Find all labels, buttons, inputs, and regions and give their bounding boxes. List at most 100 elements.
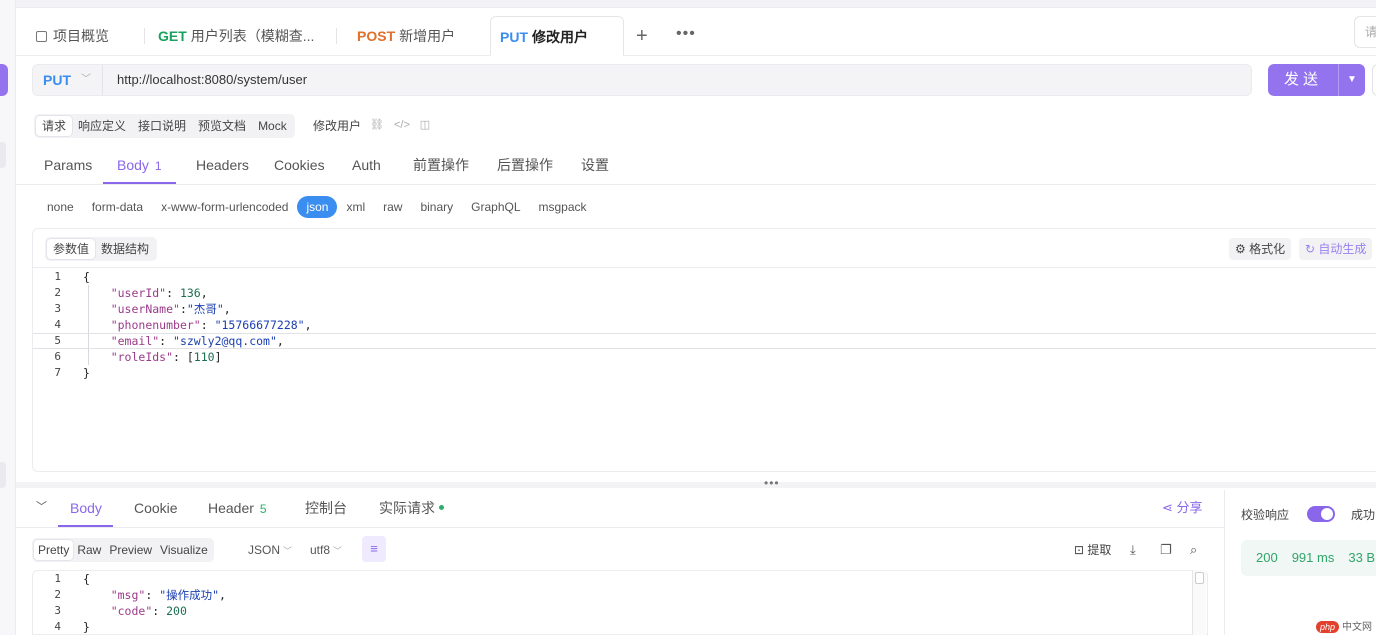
save-button-stub[interactable]: [1372, 64, 1376, 96]
tab-label: 修改用户: [532, 29, 588, 45]
code-line: 2 "userId": 136,: [33, 285, 1376, 301]
line-number: 1: [54, 270, 61, 283]
editor-mode-tabs: 参数值 数据结构: [45, 237, 158, 261]
tab-post-operation[interactable]: 后置操作: [483, 148, 567, 184]
search-icon[interactable]: ⌕: [1190, 538, 1197, 562]
extract-button[interactable]: ⊡ 提取: [1074, 538, 1111, 562]
line-number: 3: [54, 604, 61, 617]
response-body-viewer[interactable]: 1 {2 "msg": "操作成功", 3 "code": 200 4}: [32, 570, 1208, 635]
tab-param-values[interactable]: 参数值: [47, 239, 96, 259]
tab-get-user-list[interactable]: GET 用户列表（模糊查...: [138, 16, 326, 56]
search-input[interactable]: 请: [1354, 16, 1376, 48]
wrap-lines-icon[interactable]: ≡: [362, 536, 386, 562]
line-text: "code": 200: [110, 604, 187, 618]
verify-response-toggle[interactable]: [1307, 506, 1335, 522]
response-size: 33 B: [1348, 550, 1376, 565]
body-type-msgpack[interactable]: msgpack: [530, 196, 596, 218]
overview-icon: [36, 31, 47, 42]
body-type-json[interactable]: json: [297, 196, 338, 218]
watermark-badge: php: [1316, 621, 1340, 633]
body-type-none[interactable]: none: [38, 196, 83, 218]
view-visualize[interactable]: Visualize: [156, 540, 212, 560]
body-type-form-data[interactable]: form-data: [83, 196, 152, 218]
tab-auth[interactable]: Auth: [338, 148, 395, 184]
body-type-raw[interactable]: raw: [374, 196, 411, 218]
auto-generate-button[interactable]: ↻ 自动生成: [1299, 238, 1373, 260]
code-icon[interactable]: </>: [394, 118, 410, 132]
line-number: 4: [54, 318, 61, 331]
link-icon[interactable]: ⛓: [370, 118, 384, 132]
body-type-xml[interactable]: xml: [337, 196, 374, 218]
body-type-graphql[interactable]: GraphQL: [462, 196, 529, 218]
response-view-modes: Pretty Raw Preview Visualize: [32, 538, 214, 562]
view-raw[interactable]: Raw: [73, 540, 105, 560]
add-tab-button[interactable]: +: [636, 16, 648, 56]
tab-label: 新增用户: [399, 28, 456, 44]
request-body-editor[interactable]: 参数值 数据结构 ⚙ 格式化 ↻ 自动生成 1{2 "userId": 136, 3…: [32, 228, 1376, 472]
copy-icon[interactable]: ❐: [1160, 538, 1172, 562]
share-button[interactable]: ⋖ 分享: [1162, 490, 1203, 526]
subtab-mock[interactable]: Mock: [252, 116, 293, 136]
tab-data-structure[interactable]: 数据结构: [95, 239, 155, 259]
url-bar: PUT ﹀: [32, 64, 1252, 96]
chevron-down-icon: ﹀: [283, 546, 293, 556]
tab-project-overview[interactable]: 项目概览: [16, 16, 121, 56]
method-value: PUT: [43, 72, 71, 88]
body-type-binary[interactable]: binary: [411, 196, 462, 218]
response-stats: 200 991 ms 33 B: [1241, 540, 1376, 576]
code-line: 7}: [33, 365, 1376, 381]
subtab-preview-docs[interactable]: 预览文档: [192, 116, 252, 136]
subtab-api-docs[interactable]: 接口说明: [132, 116, 192, 136]
body-type-urlencoded[interactable]: x-www-form-urlencoded: [152, 196, 297, 218]
response-tab-cookie[interactable]: Cookie: [122, 490, 190, 527]
subtab-response-definition[interactable]: 响应定义: [72, 116, 132, 136]
watermark: php 中文网: [1316, 618, 1372, 633]
drag-handle-icon[interactable]: •••: [764, 476, 780, 490]
tab-put-update-user[interactable]: PUT 修改用户: [490, 16, 624, 56]
send-options-chevron-icon[interactable]: ▼: [1338, 64, 1365, 96]
code-line: 4}: [33, 619, 1376, 635]
response-tab-body[interactable]: Body: [58, 490, 113, 527]
tab-cookies[interactable]: Cookies: [260, 148, 339, 184]
view-pretty[interactable]: Pretty: [34, 540, 74, 560]
response-tab-actual-request[interactable]: 实际请求: [367, 490, 456, 527]
send-button-group: 发送 ▼: [1268, 64, 1365, 96]
status-code: 200: [1256, 550, 1278, 565]
response-summary-panel: 校验响应 成功 (20 200 991 ms 33 B: [1224, 490, 1376, 635]
format-button[interactable]: ⚙ 格式化: [1229, 238, 1292, 260]
line-text: "userName":"杰哥",: [110, 302, 231, 316]
more-tabs-button[interactable]: •••: [676, 14, 696, 54]
line-number: 3: [54, 302, 61, 315]
request-code-lines: 1{2 "userId": 136, 3 "userName":"杰哥", 4 "p…: [33, 269, 1376, 381]
sidebar-marker: [0, 462, 6, 488]
line-number: 6: [54, 350, 61, 363]
url-input[interactable]: [117, 65, 1217, 95]
response-time: 991 ms: [1291, 550, 1335, 565]
panel-toggle-icon[interactable]: ◫: [418, 118, 432, 132]
subtab-request[interactable]: 请求: [36, 116, 73, 136]
param-tabs: Params Body 1 Headers Cookies Auth 前置操作 后…: [16, 148, 1376, 185]
tab-headers[interactable]: Headers: [182, 148, 263, 184]
send-button[interactable]: 发送: [1268, 64, 1338, 96]
view-preview[interactable]: Preview: [105, 540, 156, 560]
scrollbar[interactable]: [1192, 570, 1206, 635]
panel-splitter[interactable]: •••: [16, 476, 1376, 490]
encoding-select[interactable]: utf8 ﹀: [310, 538, 342, 562]
sidebar-marker: [0, 142, 6, 168]
response-tab-header[interactable]: Header 5: [196, 490, 279, 527]
tab-post-add-user[interactable]: POST 新增用户: [337, 16, 467, 56]
tab-params[interactable]: Params: [30, 148, 106, 184]
method-select[interactable]: PUT ﹀: [33, 65, 103, 95]
code-line: 4 "phonenumber": "15766677228",: [33, 317, 1376, 333]
tab-body[interactable]: Body 1: [103, 148, 176, 184]
response-tab-console[interactable]: 控制台: [293, 490, 359, 527]
format-select[interactable]: JSON ﹀: [248, 538, 292, 562]
tab-settings[interactable]: 设置: [567, 148, 623, 184]
code-line: 1{: [33, 269, 1376, 285]
sidebar-active-indicator[interactable]: [0, 64, 8, 96]
tab-pre-operation[interactable]: 前置操作: [399, 148, 483, 184]
download-icon[interactable]: ⤓: [1130, 538, 1136, 562]
body-count-badge: 1: [154, 159, 162, 173]
collapse-chevron-icon[interactable]: ﹀: [36, 498, 47, 514]
line-number: 2: [54, 588, 61, 601]
